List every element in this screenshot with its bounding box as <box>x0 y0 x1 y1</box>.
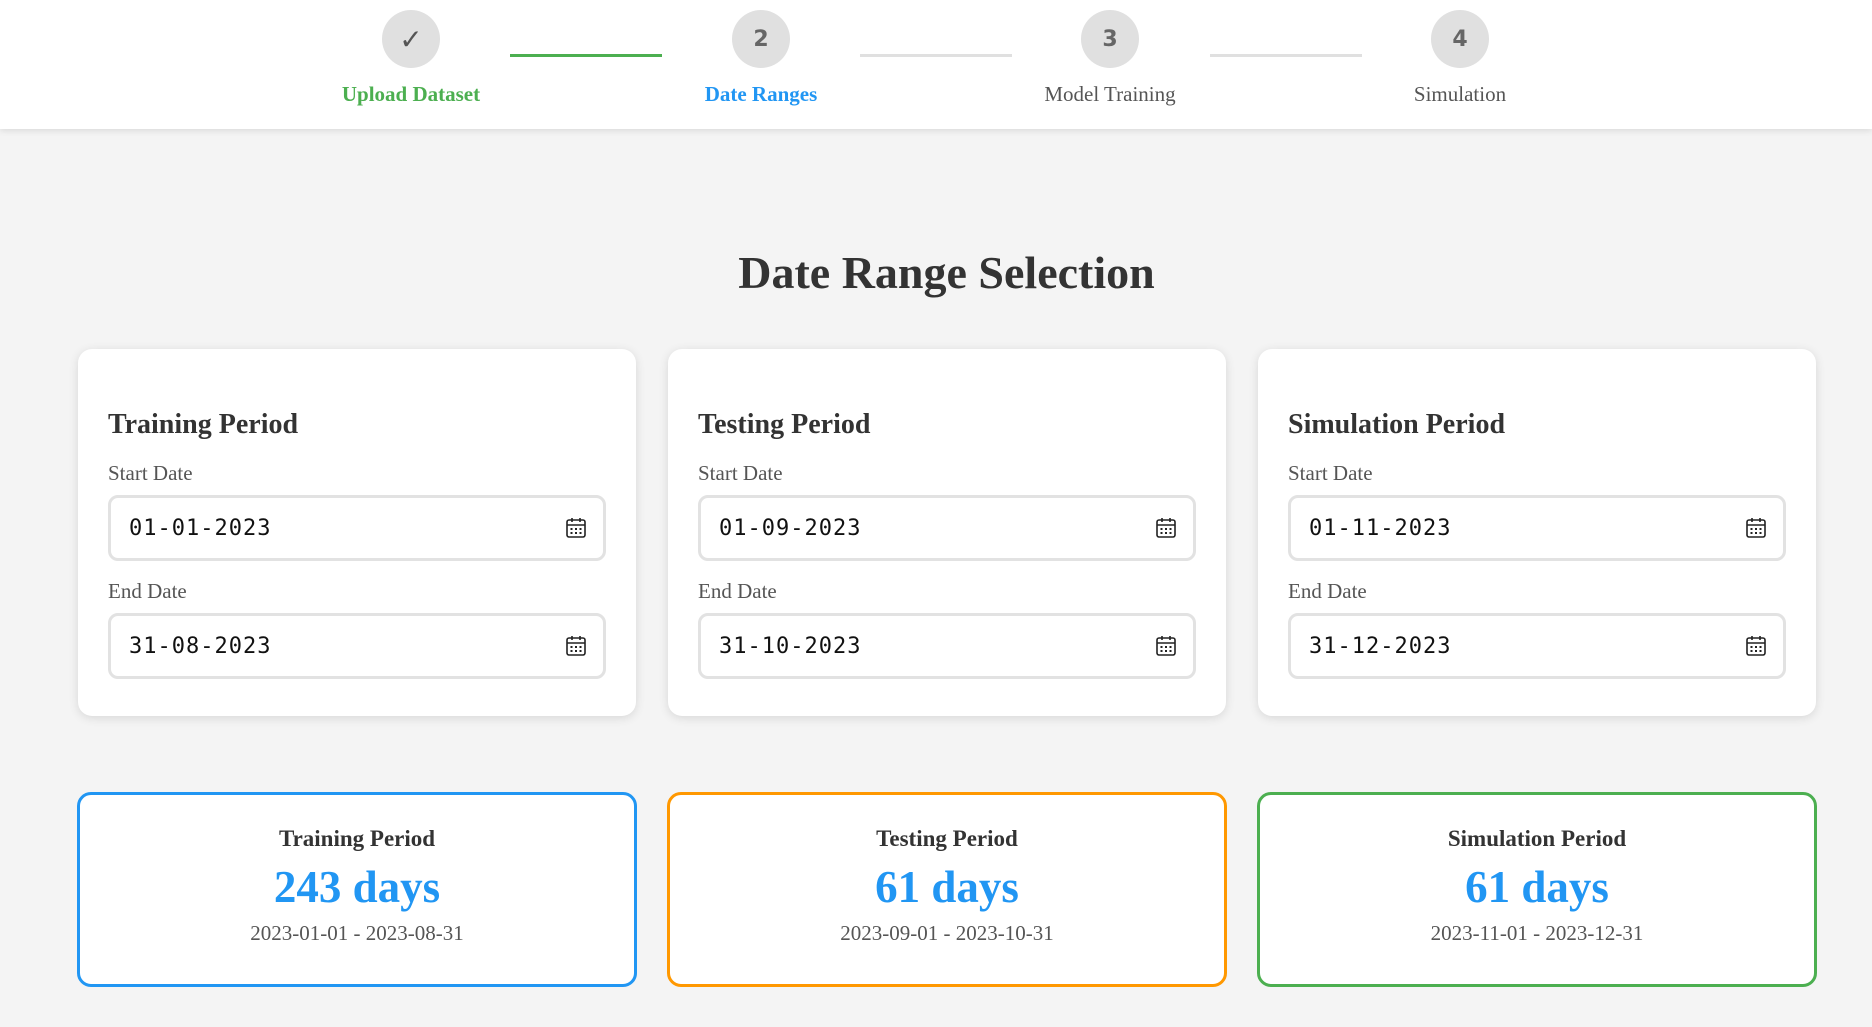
testing-start-date-input[interactable]: 01-09-2023 <box>698 495 1196 561</box>
step-label: Date Ranges <box>704 82 818 106</box>
training-end-date-input[interactable]: 31-08-2023 <box>108 613 606 679</box>
simulation-period-card: Simulation Period Start Date 01-11-2023 … <box>1258 349 1816 716</box>
summary-days: 61 days <box>875 862 1019 912</box>
step-number: 4 <box>1431 10 1489 68</box>
step-label: Simulation <box>1413 82 1507 106</box>
date-value: 31-12-2023 <box>1309 633 1452 659</box>
calendar-icon[interactable] <box>565 635 587 657</box>
step-number: 3 <box>1081 10 1139 68</box>
testing-summary-card: Testing Period 61 days 2023-09-01 - 2023… <box>667 792 1227 987</box>
calendar-icon[interactable] <box>565 517 587 539</box>
date-value: 01-01-2023 <box>129 515 272 541</box>
summary-range: 2023-09-01 - 2023-10-31 <box>840 921 1054 945</box>
start-date-label: Start Date <box>698 461 783 485</box>
start-date-label: Start Date <box>108 461 193 485</box>
calendar-icon[interactable] <box>1155 517 1177 539</box>
training-period-card: Training Period Start Date 01-01-2023 En… <box>78 349 636 716</box>
summary-days: 243 days <box>273 862 441 912</box>
summary-title: Testing Period <box>876 826 1018 851</box>
card-title: Simulation Period <box>1288 409 1506 440</box>
testing-period-card: Testing Period Start Date 01-09-2023 End… <box>668 349 1226 716</box>
page-title: Date Range Selection <box>738 247 1155 298</box>
simulation-summary-card: Simulation Period 61 days 2023-11-01 - 2… <box>1257 792 1817 987</box>
step-upload-dataset[interactable]: ✓ Upload Dataset <box>281 0 541 107</box>
step-number: 2 <box>732 10 790 68</box>
step-label: Model Training <box>1044 82 1176 106</box>
summary-range: 2023-01-01 - 2023-08-31 <box>250 921 464 945</box>
date-value: 31-08-2023 <box>129 633 272 659</box>
end-date-label: End Date <box>108 579 187 603</box>
calendar-icon[interactable] <box>1745 517 1767 539</box>
calendar-icon[interactable] <box>1745 635 1767 657</box>
step-date-ranges[interactable]: 2 Date Ranges <box>631 0 891 107</box>
date-value: 01-11-2023 <box>1309 515 1452 541</box>
checkmark-icon: ✓ <box>382 10 440 68</box>
date-value: 31-10-2023 <box>719 633 862 659</box>
simulation-end-date-input[interactable]: 31-12-2023 <box>1288 613 1786 679</box>
progress-stepper: ✓ Upload Dataset 2 Date Ranges 3 Model T… <box>0 0 1872 129</box>
calendar-icon[interactable] <box>1155 635 1177 657</box>
summary-title: Simulation Period <box>1447 826 1627 851</box>
summary-range: 2023-11-01 - 2023-12-31 <box>1430 921 1644 945</box>
step-model-training[interactable]: 3 Model Training <box>980 0 1240 107</box>
end-date-label: End Date <box>698 579 777 603</box>
step-label: Upload Dataset <box>341 82 481 106</box>
summary-days: 61 days <box>1465 862 1609 912</box>
step-simulation[interactable]: 4 Simulation <box>1330 0 1590 107</box>
date-value: 01-09-2023 <box>719 515 862 541</box>
start-date-label: Start Date <box>1288 461 1373 485</box>
training-summary-card: Training Period 243 days 2023-01-01 - 20… <box>77 792 637 987</box>
summary-title: Training Period <box>278 826 436 851</box>
card-title: Training Period <box>108 409 299 440</box>
end-date-label: End Date <box>1288 579 1367 603</box>
simulation-start-date-input[interactable]: 01-11-2023 <box>1288 495 1786 561</box>
testing-end-date-input[interactable]: 31-10-2023 <box>698 613 1196 679</box>
training-start-date-input[interactable]: 01-01-2023 <box>108 495 606 561</box>
card-title: Testing Period <box>698 409 871 440</box>
